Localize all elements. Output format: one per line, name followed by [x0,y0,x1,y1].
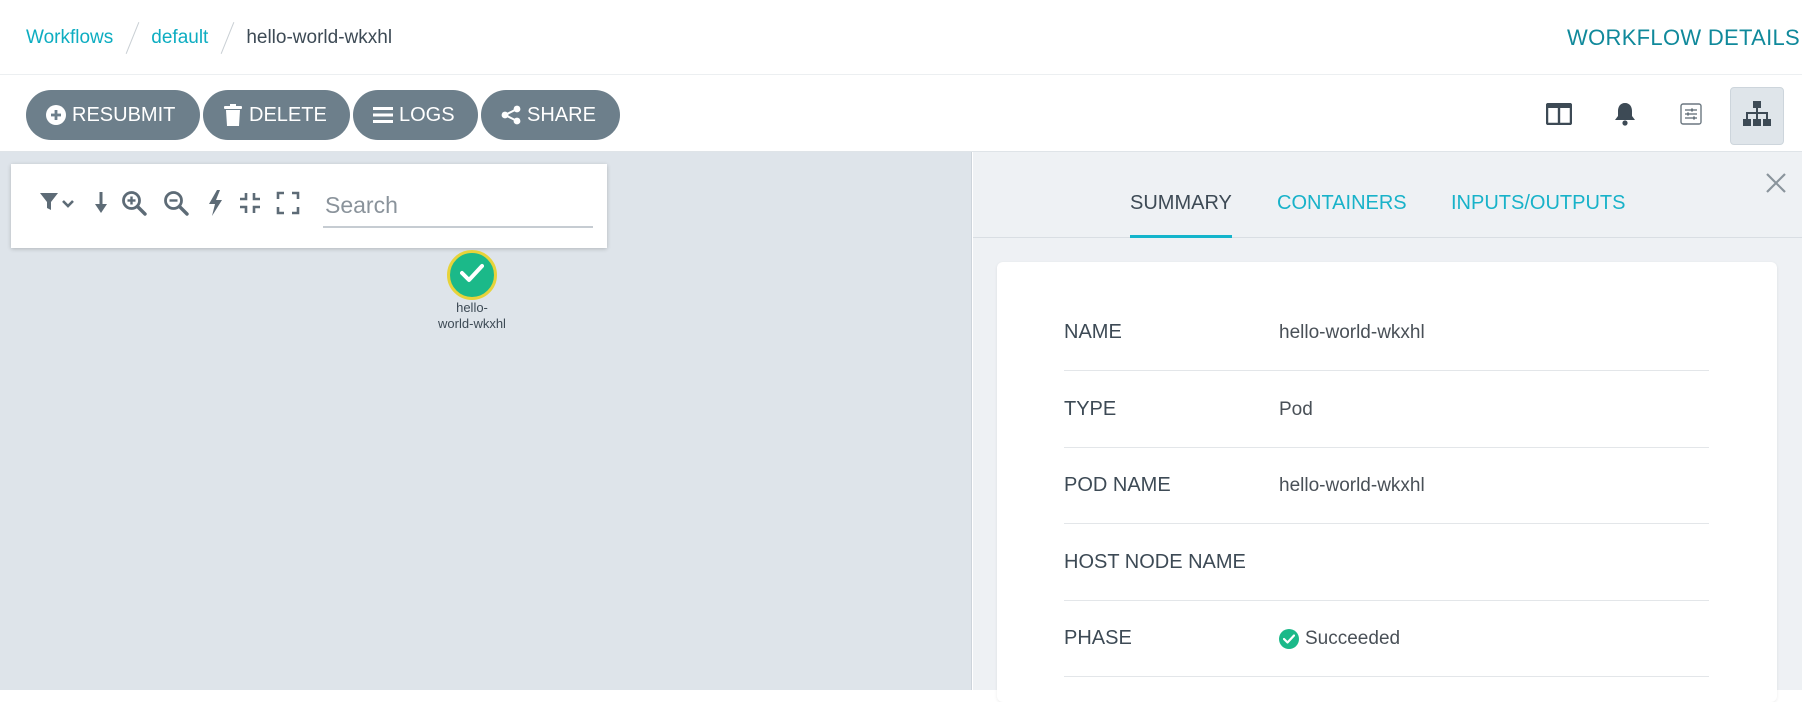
tab-summary[interactable]: SUMMARY [1130,192,1232,238]
summary-value: hello-world-wkxhl [1279,474,1425,496]
workflow-graph-canvas[interactable]: hello- world-wkxhl [0,152,972,690]
workflow-node-label: hello- world-wkxhl [412,300,532,332]
action-toolbar: RESUBMIT DELETE LOGS SHARE [0,75,1802,152]
collapse-button[interactable] [235,190,265,220]
zoom-in-button[interactable] [119,190,149,220]
summary-row-host-node-name: HOST NODE NAME [1064,525,1709,601]
tab-containers[interactable]: CONTAINERS [1277,192,1407,237]
delete-label: DELETE [249,103,327,126]
breadcrumb-workflows-link[interactable]: Workflows [26,27,113,49]
page-title: WORKFLOW DETAILS [1567,24,1800,50]
list-icon [371,103,395,127]
fit-screen-button[interactable] [273,190,303,220]
graph-view-button[interactable] [1730,87,1784,145]
summary-label: NAME [1064,321,1122,343]
filter-dropdown[interactable] [35,190,79,220]
zoom-out-button[interactable] [161,190,191,220]
notifications-button[interactable] [1598,87,1652,145]
node-label-line: world-wkxhl [438,316,506,331]
node-label-line: hello- [456,300,488,315]
breadcrumb: Workflows default hello-world-wkxhl [26,0,392,75]
zoom-in-icon [121,190,147,221]
split-view-button[interactable] [1532,87,1586,145]
phase-value: Succeeded [1305,627,1401,649]
expand-icon [276,191,300,220]
compress-icon [238,191,262,220]
check-icon [460,263,484,288]
sliders-icon [1680,102,1702,130]
phase-status: Succeeded [1279,628,1400,650]
share-icon [499,103,523,127]
graph-toolbar [11,164,607,248]
close-panel-button[interactable] [1761,170,1791,200]
workflow-node[interactable] [447,250,497,300]
settings-panel-button[interactable] [1664,87,1718,145]
tab-inputs-outputs[interactable]: INPUTS/OUTPUTS [1451,192,1625,237]
logs-button[interactable]: LOGS [353,90,478,140]
summary-label: PHASE [1064,627,1132,649]
resubmit-button[interactable]: RESUBMIT [26,90,200,140]
breadcrumb-namespace-link[interactable]: default [151,27,208,49]
summary-card: NAME hello-world-wkxhl TYPE Pod POD NAME… [997,262,1777,702]
zoom-out-icon [163,190,189,221]
columns-icon [1545,102,1573,130]
logs-label: LOGS [399,103,455,126]
details-tabs: SUMMARY CONTAINERS INPUTS/OUTPUTS [973,152,1802,238]
summary-row-type: TYPE Pod [1064,372,1709,448]
fast-render-button[interactable] [203,189,227,221]
summary-row-name: NAME hello-world-wkxhl [1064,295,1709,371]
graph-search [323,184,593,228]
summary-label: POD NAME [1064,474,1171,496]
download-icon [94,191,108,220]
summary-row-phase: PHASE Succeeded [1064,601,1709,677]
check-circle-icon [1279,628,1299,649]
summary-row-pod-name: POD NAME hello-world-wkxhl [1064,448,1709,524]
breadcrumb-current: hello-world-wkxhl [246,26,393,48]
bolt-icon [207,189,223,221]
graph-search-input[interactable] [323,184,593,226]
bell-icon [1614,102,1636,131]
share-button[interactable]: SHARE [481,90,620,140]
download-button[interactable] [89,190,113,220]
summary-value: Pod [1279,398,1313,420]
summary-value: hello-world-wkxhl [1279,321,1425,343]
trash-icon [221,103,245,127]
plus-circle-icon [44,103,68,127]
page-header: Workflows default hello-world-wkxhl WORK… [0,0,1802,75]
delete-button[interactable]: DELETE [203,90,350,140]
resubmit-label: RESUBMIT [72,103,176,126]
sitemap-icon [1743,100,1771,132]
breadcrumb-separator [125,21,140,54]
filter-icon [39,191,75,220]
share-label: SHARE [527,103,596,126]
breadcrumb-separator [220,21,235,54]
node-details-panel: SUMMARY CONTAINERS INPUTS/OUTPUTS NAME h… [973,152,1802,702]
summary-label: TYPE [1064,398,1117,420]
close-icon [1765,172,1787,199]
summary-label: HOST NODE NAME [1064,551,1246,573]
